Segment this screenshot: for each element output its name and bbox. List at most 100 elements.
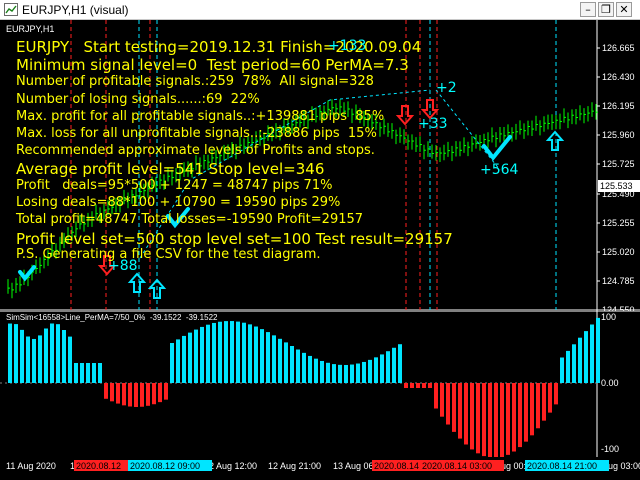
indicator-bar [278,338,282,383]
indicator-bar [446,383,450,425]
price-label: 126.665 [602,43,635,53]
indicator-bar [374,357,378,383]
indicator-bar [8,323,12,383]
report-line-11: Total profit=48747 Total losses=-19590 P… [16,212,364,227]
indicator-bar [452,383,456,432]
indicator-bar [392,347,396,383]
indicator-bar [494,383,498,457]
indicator-label: SimSim<16558>Line_PerMA=7/50_0% -39.1522… [6,313,218,322]
close-button[interactable]: ✕ [616,2,632,17]
indicator-panel[interactable]: 100 0.00 -100 [0,311,640,457]
indicator-bar [422,383,426,388]
indicator-bar [74,363,78,383]
report-line-6: Max. loss for all unprofitable signals..… [16,126,377,141]
indicator-bar [176,339,180,383]
indicator-bar [530,383,534,436]
report-line-12: Profit level set=500 stop level set=100 … [16,230,453,248]
indicator-bar [584,331,588,383]
indicator-bar [230,321,234,383]
indicator-bar [458,383,462,439]
signal-result-label: +133 [328,38,367,54]
indicator-bar [416,383,420,388]
indicator-bar [134,383,138,407]
indicator-bar [20,329,24,383]
indicator-bar [266,332,270,383]
report-line-3: Number of profitable signals.:259 78% Al… [16,74,374,89]
indicator-bar [26,336,30,383]
report-line-4: Number of losing signals......:69 22% [16,92,260,107]
indicator-bar [482,383,486,457]
indicator-bar [260,329,264,383]
indicator-bar [302,352,306,383]
indicator-bar [188,332,192,383]
indicator-bar [56,324,60,383]
indicator-bar [92,363,96,383]
minimize-button[interactable]: – [580,2,596,17]
indicator-bar [596,317,600,383]
indicator-bar [506,383,510,455]
indicator-bar [326,362,330,383]
window-titlebar[interactable]: EURJPY,H1 (visual) – ❐ ✕ [0,0,640,20]
price-label: 125.725 [602,159,635,169]
sell-arrow-icon [395,105,415,126]
chart-symbol: EURJPY,H1 [6,24,55,34]
indicator-bar [80,363,84,383]
restore-button[interactable]: ❐ [598,2,614,17]
price-label: 125.960 [602,130,635,140]
indicator-bar [146,383,150,406]
indicator-bar [194,329,198,383]
price-label: 125.255 [602,218,635,228]
indicator-bar [128,383,132,407]
indicator-bar [332,364,336,383]
indicator-bar [542,383,546,421]
price-label: 124.785 [602,276,635,286]
indicator-bar [434,383,438,409]
indicator-bar [386,351,390,383]
indicator-bar [248,324,252,383]
indicator-bar [572,344,576,383]
indicator-bar [464,383,468,445]
indicator-bar [212,322,216,383]
indicator-bar [404,383,408,388]
indicator-bar [116,383,120,404]
indicator-bar [140,383,144,407]
indicator-bar [242,322,246,383]
price-label: 125.490 [602,189,635,199]
indicator-canvas[interactable]: 1000.00-100 [0,311,640,457]
indicator-bar [104,383,108,399]
indicator-bar [182,335,186,383]
indicator-bar [524,383,528,442]
indicator-bar [206,324,210,383]
time-label: 12 Aug 21:00 [268,461,321,471]
price-label: 126.195 [602,101,635,111]
indicator-bar [518,383,522,448]
indicator-bar [428,383,432,388]
indicator-bar [32,338,36,383]
report-line-5: Max. profit for all profitable signals..… [16,109,385,124]
indicator-bar [566,350,570,383]
time-axis-canvas: 11 Aug 202011 Aug 18:0012 Aug 12:0012 Au… [6,460,640,471]
price-label: 125.020 [602,247,635,257]
indicator-bar [218,321,222,383]
indicator-bar [164,383,168,400]
indicator-bar [152,383,156,405]
indicator-bar [350,364,354,383]
window-title: EURJPY,H1 (visual) [22,3,129,17]
indicator-bar [236,321,240,383]
indicator-bar [560,357,564,383]
time-marker-label: 2020.08.14 03:00 [422,461,492,471]
indicator-bar [476,383,480,454]
indicator-bar [110,383,114,402]
report-line-2: Minimum signal level=0 Test period=60 Pe… [16,56,409,74]
indicator-bar [122,383,126,406]
indicator-bar [200,326,204,383]
signal-result-label: +88 [108,258,138,274]
indicator-bar [410,383,414,388]
buy-arrow-icon [545,130,565,151]
indicator-bar [14,324,18,383]
buy-arrow-icon [127,272,147,293]
indicator-bar [272,335,276,383]
indicator-bar [44,328,48,383]
indicator-bar [488,383,492,457]
time-label: 11 Aug 2020 [6,461,56,471]
